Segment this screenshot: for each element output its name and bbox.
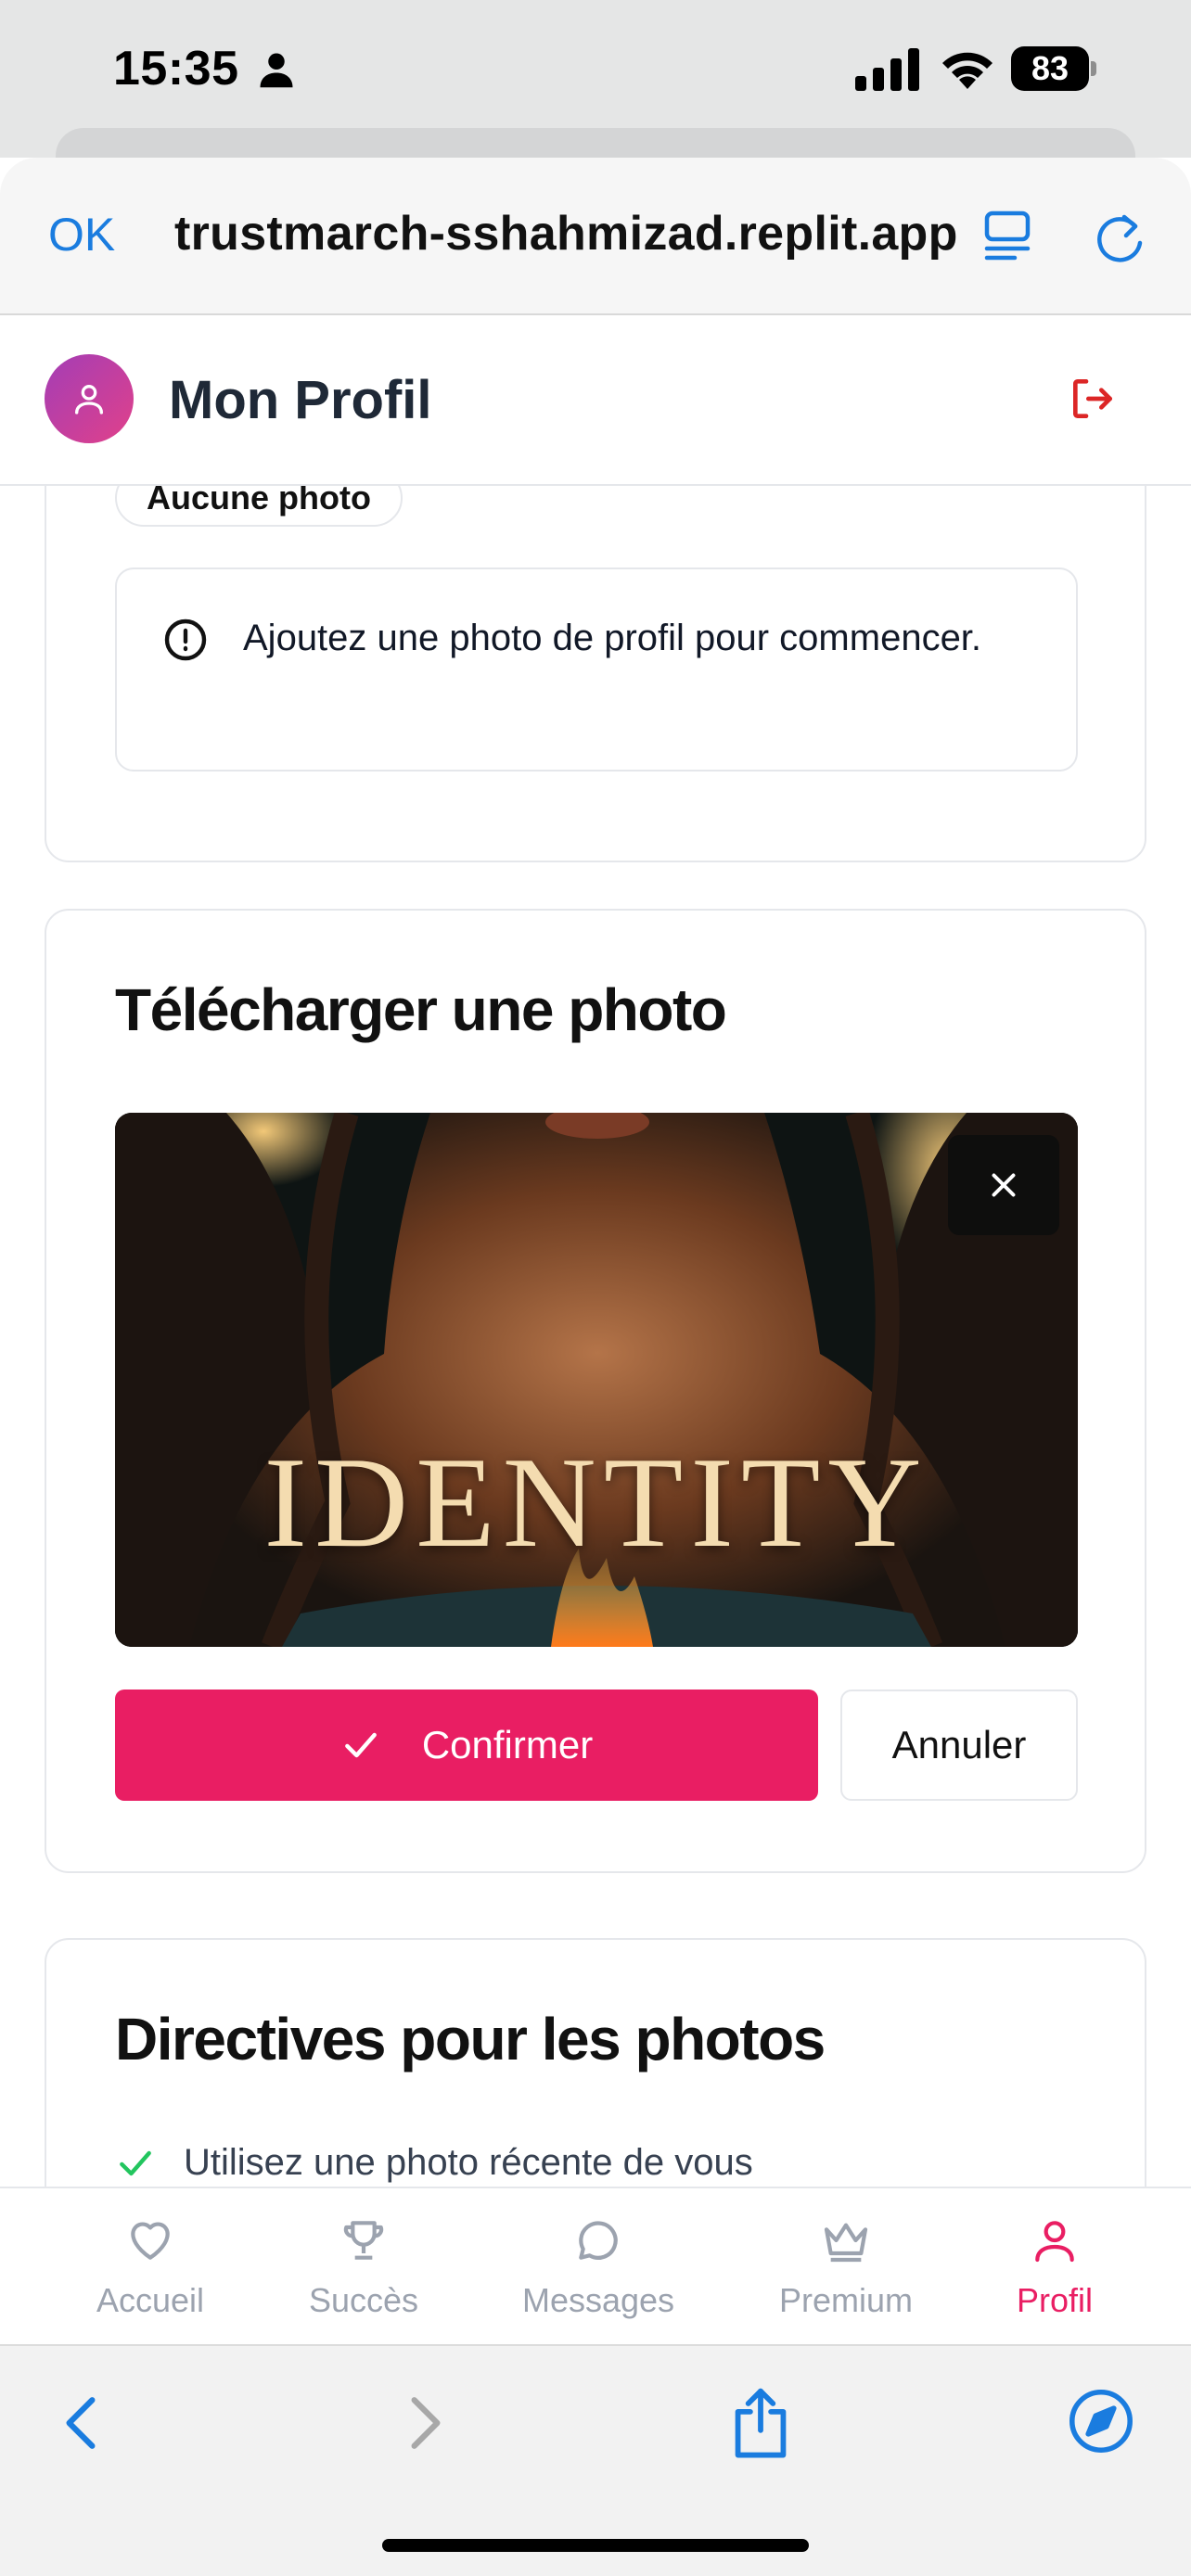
nav-label: Accueil [96,2281,205,2319]
check-icon [344,1732,377,1758]
cellular-signal-icon [855,48,919,91]
nav-label: Premium [778,2281,914,2319]
forward-icon[interactable] [403,2392,449,2454]
reload-icon[interactable] [1091,206,1148,265]
status-badge: Aucune photo [115,486,403,527]
page-title: Mon Profil [169,370,432,430]
home-indicator [382,2539,809,2552]
upload-card: Télécharger une photo IDENTITY Confirmer… [45,909,1146,1873]
upload-title: Télécharger une photo [115,976,727,1043]
message-icon [579,2221,618,2260]
alert-box: Ajoutez une photo de profil pour commenc… [115,567,1078,772]
main-content[interactable]: Aucune photo Ajoutez une photo de profil… [0,486,1191,2187]
guidelines-title: Directives pour les photos [115,2006,826,2072]
trophy-icon [343,2221,384,2260]
crown-icon [824,2223,868,2263]
preview-title-text: IDENTITY [263,1431,929,1575]
logout-icon[interactable] [1067,373,1119,425]
bottom-nav: Accueil Succès Messages Premium Profil [0,2187,1191,2344]
browser-url[interactable]: trustmarch-sshahmizad.replit.app [174,206,958,261]
wifi-icon [942,52,992,89]
nav-label: Succès [308,2281,419,2319]
confirm-button[interactable]: Confirmer [115,1690,818,1801]
nav-item-succes[interactable]: Succès [299,2201,429,2340]
nav-label: Messages [521,2281,675,2319]
cancel-button[interactable]: Annuler [840,1690,1078,1801]
confirm-label: Confirmer [421,1723,594,1766]
battery-level: 83 [1011,46,1089,91]
remove-photo-button[interactable] [948,1135,1059,1235]
alert-text: Ajoutez une photo de profil pour commenc… [243,618,982,658]
nav-label: Profil [1016,2281,1094,2319]
guideline-text: Utilisez une photo récente de vous [184,2142,753,2183]
status-time: 15:35 [113,42,239,96]
guidelines-card: Directives pour les photos Utilisez une … [45,1938,1146,2187]
nav-item-profil[interactable]: Profil [992,2201,1117,2340]
heart-icon [131,2222,170,2260]
browser-bar: OK trustmarch-sshahmizad.replit.app [0,158,1191,315]
share-icon[interactable] [727,2385,794,2459]
check-icon [120,2150,151,2175]
browser-done-button[interactable]: OK [48,208,115,261]
user-icon [75,385,104,414]
user-icon [1035,2221,1074,2263]
back-icon[interactable] [58,2392,104,2454]
profile-status-card: Aucune photo Ajoutez une photo de profil… [45,486,1146,862]
app-header: Mon Profil [0,315,1191,486]
battery-icon: 83 [1011,46,1096,91]
avatar[interactable] [45,354,134,443]
nav-item-accueil[interactable]: Accueil [85,2201,215,2340]
nav-item-messages[interactable]: Messages [510,2201,686,2340]
compass-icon[interactable] [1067,2387,1135,2455]
close-icon [992,1173,1016,1197]
person-icon [260,53,293,88]
list-item: Utilisez une photo récente de vous [115,2142,753,2184]
photo-preview: IDENTITY [115,1113,1078,1647]
reader-view-icon[interactable] [981,208,1033,263]
nav-item-premium[interactable]: Premium [766,2201,926,2340]
alert-circle-icon [164,618,207,661]
